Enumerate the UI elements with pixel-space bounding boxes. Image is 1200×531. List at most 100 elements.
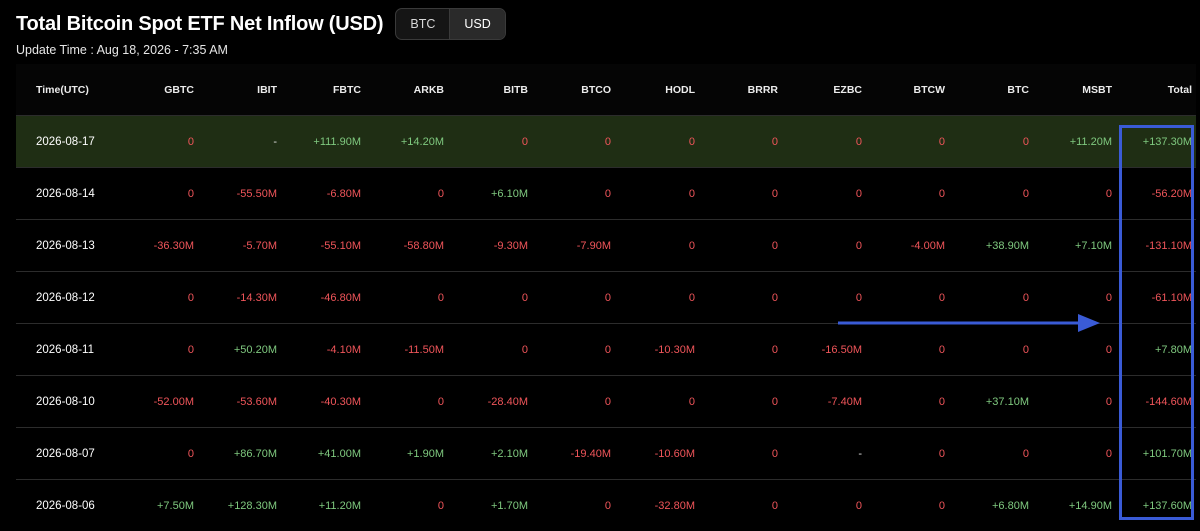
flow-cell: -7.90M — [532, 219, 615, 272]
flow-cell: 0 — [949, 271, 1033, 324]
table-body: 2026-08-17 0- +111.90M +14.20M 0 0 0 0 0 0 0 +11.20… — [16, 115, 1196, 531]
flow-cell: +14.20M — [365, 115, 448, 168]
flow-cell: 0 — [949, 167, 1033, 220]
currency-toggle: BTC USD — [395, 8, 506, 40]
flow-cell: -53.60M — [198, 375, 281, 428]
flow-cell: 0 — [699, 323, 782, 376]
flow-cell: 0 — [615, 115, 699, 168]
flow-cell: -4.00M — [866, 219, 949, 272]
flow-cell: -40.30M — [281, 375, 365, 428]
column-header-time-utc: Time(UTC) — [16, 64, 121, 116]
flow-cell: -46.80M — [281, 271, 365, 324]
date-cell: 2026-08-17 — [16, 115, 121, 168]
flow-cell: 0 — [532, 115, 615, 168]
flow-cell: 0 — [448, 115, 532, 168]
date-cell: 2026-08-11 — [16, 323, 121, 376]
flow-cell: -55.10M — [281, 219, 365, 272]
table-row: 2026-08-11 0 +50.20M -4.10M -11.50M 0 0 -10.30M… — [16, 323, 1196, 376]
flow-cell: 0 — [699, 375, 782, 428]
date-cell: 2026-08-13 — [16, 219, 121, 272]
total-cell: -56.20M — [1116, 167, 1196, 220]
flow-cell: 0 — [866, 375, 949, 428]
flow-cell: 0 — [782, 219, 866, 272]
date-cell: 2026-08-07 — [16, 427, 121, 480]
flow-cell: -58.80M — [365, 219, 448, 272]
flow-cell: -32.80M — [615, 479, 699, 531]
flow-cell: +38.90M — [949, 219, 1033, 272]
flow-cell: 0 — [365, 375, 448, 428]
flow-cell: +6.10M — [448, 167, 532, 220]
table-row: 2026-08-06 +7.50M +128.30M +11.20M 0 +1.70M 0-… — [16, 479, 1196, 531]
flow-cell: 0 — [615, 271, 699, 324]
flow-cell: 0 — [448, 323, 532, 376]
flow-cell: 0 — [699, 167, 782, 220]
date-cell: 2026-08-12 — [16, 271, 121, 324]
flow-cell: 0 — [866, 479, 949, 531]
flow-cell: 0 — [1033, 167, 1116, 220]
header: Total Bitcoin Spot ETF Net Inflow (USD) … — [16, 8, 506, 40]
flow-cell: 0 — [532, 479, 615, 531]
table-row: 2026-08-17 0- +111.90M +14.20M 0 0 0 0 0 0 0 +11.20… — [16, 115, 1196, 168]
flow-cell: +1.70M — [448, 479, 532, 531]
flow-cell: 0 — [121, 115, 198, 168]
flow-cell: +11.20M — [1033, 115, 1116, 168]
flow-cell: 0 — [949, 427, 1033, 480]
column-header-btcw: BTCW — [866, 64, 949, 116]
flow-cell: 0 — [532, 375, 615, 428]
flow-cell: 0 — [532, 167, 615, 220]
flow-cell: 0 — [121, 323, 198, 376]
flow-cell: 0 — [615, 375, 699, 428]
flow-cell: -19.40M — [532, 427, 615, 480]
flow-cell: 0 — [866, 167, 949, 220]
flow-cell: -52.00M — [121, 375, 198, 428]
flow-cell: -28.40M — [448, 375, 532, 428]
date-cell: 2026-08-14 — [16, 167, 121, 220]
flow-cell: 0 — [532, 323, 615, 376]
column-header-gbtc: GBTC — [121, 64, 198, 116]
table-row: 2026-08-10 -52.00M -53.60M -40.30M 0 -28.40M 0… — [16, 375, 1196, 428]
total-cell: +101.70M — [1116, 427, 1196, 480]
total-cell: -144.60M — [1116, 375, 1196, 428]
flow-cell: +1.90M — [365, 427, 448, 480]
flow-cell: 0 — [699, 219, 782, 272]
page-title: Total Bitcoin Spot ETF Net Inflow (USD) — [16, 12, 384, 35]
flow-cell: +2.10M — [448, 427, 532, 480]
total-cell: -131.10M — [1116, 219, 1196, 272]
flow-cell: -16.50M — [782, 323, 866, 376]
column-header-hodl: HODL — [615, 64, 699, 116]
flow-cell: +6.80M — [949, 479, 1033, 531]
toggle-btc-button[interactable]: BTC — [396, 9, 449, 39]
flow-cell: 0 — [699, 427, 782, 480]
total-cell: -61.10M — [1116, 271, 1196, 324]
table-header-row: Time(UTC) GBTC IBIT FBTC ARKB BITB BTCO HODL BRR… — [16, 64, 1196, 116]
flow-cell: 0 — [699, 115, 782, 168]
flow-cell: +86.70M — [198, 427, 281, 480]
flow-cell: 0 — [782, 271, 866, 324]
flow-cell: 0 — [866, 115, 949, 168]
flow-cell: -10.60M — [615, 427, 699, 480]
flow-cell: 0 — [1033, 427, 1116, 480]
flow-cell: 0 — [866, 427, 949, 480]
flow-cell: +11.20M — [281, 479, 365, 531]
flow-cell: +50.20M — [198, 323, 281, 376]
flow-cell: 0 — [782, 115, 866, 168]
column-header-msbt: MSBT — [1033, 64, 1116, 116]
column-header-bitb: BITB — [448, 64, 532, 116]
total-cell: +137.30M — [1116, 115, 1196, 168]
flow-cell: 0 — [121, 167, 198, 220]
toggle-usd-button[interactable]: USD — [449, 9, 505, 39]
flow-cell: 0 — [1033, 375, 1116, 428]
flow-cell: 0 — [866, 323, 949, 376]
flow-cell: -4.10M — [281, 323, 365, 376]
column-header-btc: BTC — [949, 64, 1033, 116]
flow-cell: +111.90M — [281, 115, 365, 168]
flow-cell: 0 — [782, 479, 866, 531]
column-header-arkb: ARKB — [365, 64, 448, 116]
date-cell: 2026-08-06 — [16, 479, 121, 531]
flow-table-container: Time(UTC) GBTC IBIT FBTC ARKB BITB BTCO HODL BRR… — [16, 64, 1196, 531]
flow-cell: - — [198, 115, 281, 168]
column-header-brrr: BRRR — [699, 64, 782, 116]
flow-cell: +7.50M — [121, 479, 198, 531]
column-header-fbtc: FBTC — [281, 64, 365, 116]
flow-cell: -5.70M — [198, 219, 281, 272]
